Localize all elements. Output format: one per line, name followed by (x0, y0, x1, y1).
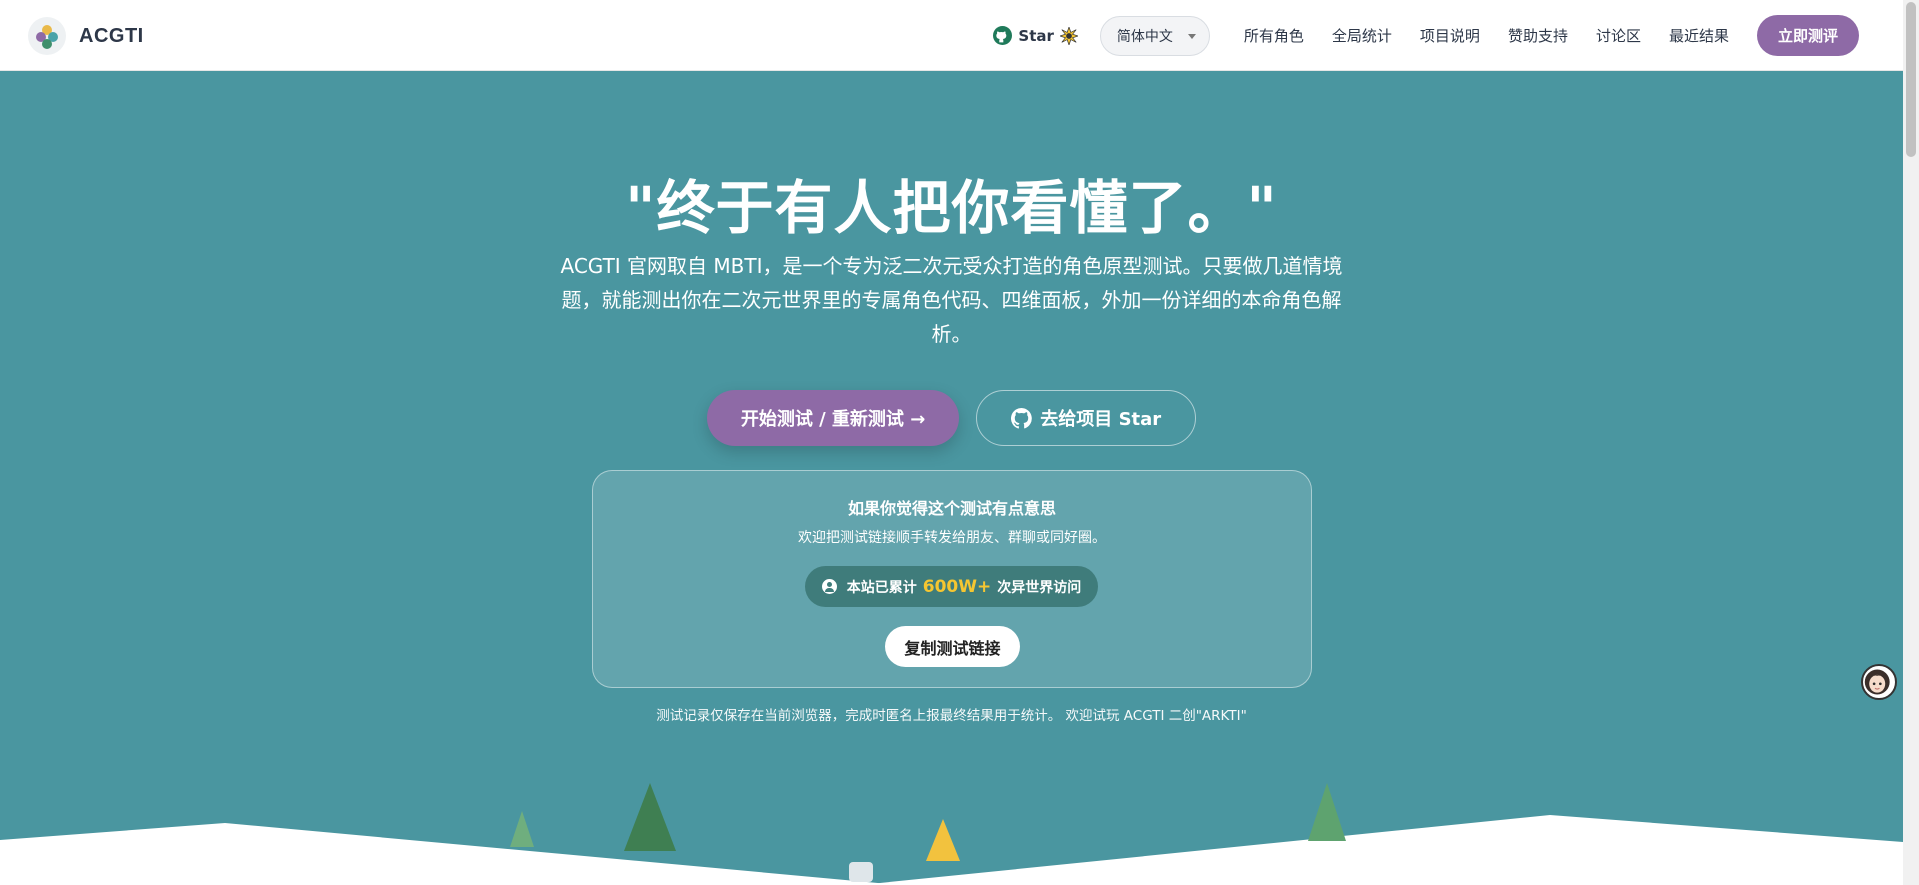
language-select[interactable]: 简体中文 (1099, 15, 1210, 56)
top-navbar: ACGTI Star 简体中文 所有角色 全局统计 项目说明 赞助支持 讨论区 … (0, 0, 1903, 71)
assistant-avatar-icon[interactable] (1861, 664, 1897, 700)
copy-link-button[interactable]: 复制测试链接 (885, 626, 1020, 667)
hero-section: "终于有人把你看懂了。" ACGTI 官网取自 MBTI，是一个专为泛二次元受众… (0, 71, 1903, 885)
github-icon (1011, 407, 1033, 429)
privacy-footnote: 测试记录仅保存在当前浏览器，完成时匿名上报最终结果用于统计。 欢迎试玩 ACGT… (0, 704, 1903, 724)
arkti-link[interactable]: 欢迎试玩 ACGTI 二创"ARKTI" (1066, 708, 1247, 724)
visit-count: 600W+ (922, 576, 992, 597)
language-value: 简体中文 (1116, 28, 1173, 45)
nav-all-characters[interactable]: 所有角色 (1244, 25, 1304, 46)
logo-icon (28, 17, 66, 55)
visit-suffix: 次异世界访问 (997, 579, 1082, 596)
nav-global-stats[interactable]: 全局统计 (1332, 25, 1392, 46)
nav-project-info[interactable]: 项目说明 (1420, 25, 1480, 46)
sparkle-icon (1059, 26, 1078, 45)
brand-name: ACGTI (79, 24, 144, 47)
hero-headline: "终于有人把你看懂了。" (625, 174, 1278, 242)
chevron-down-icon (1187, 33, 1196, 39)
nav-sponsor[interactable]: 赞助支持 (1508, 25, 1568, 46)
visit-prefix: 本站已累计 (846, 579, 917, 596)
scrollbar-thumb[interactable] (1906, 2, 1916, 157)
share-card: 如果你觉得这个测试有点意思 欢迎把测试链接顺手转发给朋友、群聊或同好圈。 本站已… (592, 470, 1312, 688)
avatar-face-icon (1864, 669, 1890, 695)
share-subtitle: 欢迎把测试链接顺手转发给朋友、群聊或同好圈。 (798, 530, 1106, 546)
share-title: 如果你觉得这个测试有点意思 (847, 499, 1056, 518)
start-test-nav-button[interactable]: 立即测评 (1756, 15, 1859, 56)
github-star-button[interactable]: 去给项目 Star (976, 390, 1197, 446)
github-star-link[interactable]: Star (993, 26, 1078, 45)
nav-recent-results[interactable]: 最近结果 (1669, 25, 1729, 46)
page-scrollbar[interactable] (1903, 0, 1919, 885)
footnote-text: 测试记录仅保存在当前浏览器，完成时匿名上报最终结果用于统计。 (656, 708, 1062, 724)
hero-actions: 开始测试 / 重新测试 → 去给项目 Star (0, 390, 1903, 446)
brand[interactable]: ACGTI (28, 17, 144, 55)
github-star-label: Star (1018, 26, 1054, 45)
visit-counter-badge: 本站已累计 600W+ 次异世界访问 (805, 566, 1098, 607)
main-nav: Star 简体中文 所有角色 全局统计 项目说明 赞助支持 讨论区 最近结果 立… (993, 15, 1859, 56)
nav-discussion[interactable]: 讨论区 (1596, 25, 1641, 46)
hero-intro: ACGTI 官网取自 MBTI，是一个专为泛二次元受众打造的角色原型测试。只要做… (560, 254, 1343, 346)
github-star-button-label: 去给项目 Star (1040, 409, 1162, 430)
start-test-button[interactable]: 开始测试 / 重新测试 → (706, 390, 960, 446)
github-icon (993, 26, 1013, 45)
user-icon (821, 579, 837, 594)
